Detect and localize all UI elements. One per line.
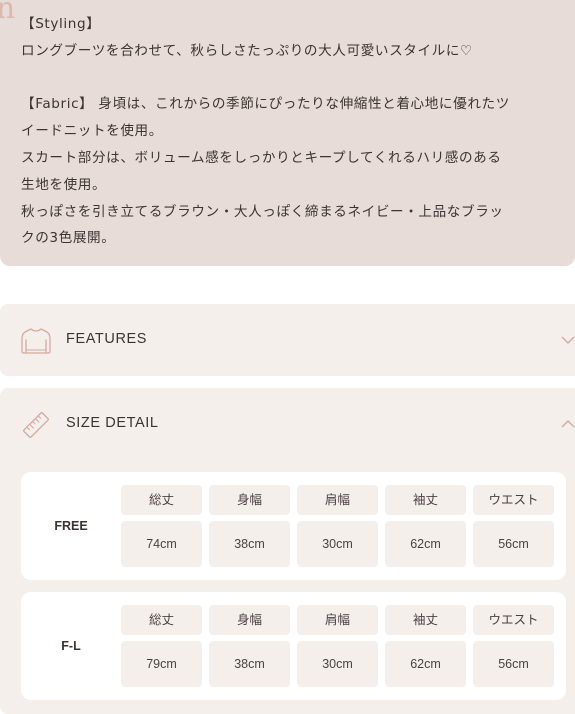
size-header-sleeve: 袖丈 [385, 485, 466, 515]
ruler-icon [23, 412, 49, 438]
size-value-shoulder: 30cm [297, 521, 378, 567]
chevron-down-icon[interactable] [560, 332, 575, 348]
size-value-waist: 56cm [473, 641, 554, 687]
size-value-sleeve: 62cm [385, 641, 466, 687]
size-header-shoulder: 肩幅 [297, 485, 378, 515]
size-value-shoulder: 30cm [297, 641, 378, 687]
size-value-width: 38cm [209, 521, 290, 567]
product-description-panel: n 【Styling】 ロングブーツを合わせて、秋らしさたっぷりの大人可愛いスタ… [0, 0, 575, 266]
description-line: 秋っぽさを引き立てるブラウン・大人っぽく締まるネイビー・上品なブラッ [21, 203, 504, 220]
size-detail-title: SIZE DETAIL [66, 415, 159, 431]
chevron-up-icon[interactable] [560, 416, 575, 432]
features-accordion-header[interactable]: FEATURES [0, 304, 575, 376]
size-value-length: 74cm [121, 521, 202, 567]
description-line: 【Styling】 [21, 16, 101, 32]
size-header-length: 総丈 [121, 605, 202, 635]
size-value-sleeve: 62cm [385, 521, 466, 567]
size-detail-accordion: SIZE DETAIL FREE 総丈 身幅 肩幅 袖丈 ウエスト 74cm 3… [0, 388, 575, 714]
features-title: FEATURES [66, 331, 148, 347]
description-blank-line [21, 65, 573, 92]
size-header-width: 身幅 [209, 485, 290, 515]
size-header-waist: ウエスト [473, 605, 554, 635]
size-card-free: FREE 総丈 身幅 肩幅 袖丈 ウエスト 74cm 38cm 30cm 62c… [21, 472, 566, 580]
size-header-sleeve: 袖丈 [385, 605, 466, 635]
size-value-width: 38cm [209, 641, 290, 687]
decorative-letter: n [0, 0, 16, 26]
size-header-width: 身幅 [209, 605, 290, 635]
description-line: 生地を使用。 [21, 176, 107, 193]
description-line: クの3色展開。 [21, 230, 116, 247]
description-line: 【Fabric】 身頃は、これからの季節にぴったりな伸縮性と着心地に優れたツ [21, 96, 510, 113]
size-header-shoulder: 肩幅 [297, 605, 378, 635]
size-value-length: 79cm [121, 641, 202, 687]
size-name: F-L [61, 639, 81, 653]
size-header-waist: ウエスト [473, 485, 554, 515]
description-line: ロングブーツを合わせて、秋らしさたっぷりの大人可愛いスタイルに♡ [21, 42, 473, 59]
description-text: 【Styling】 ロングブーツを合わせて、秋らしさたっぷりの大人可愛いスタイル… [21, 11, 573, 252]
description-line: スカート部分は、ボリューム感をしっかりとキープしてくれるハリ感のある [21, 149, 502, 166]
size-card-fl: F-L 総丈 身幅 肩幅 袖丈 ウエスト 79cm 38cm 30cm 62cm… [21, 592, 566, 700]
size-header-length: 総丈 [121, 485, 202, 515]
features-accordion: FEATURES [0, 304, 575, 376]
size-detail-accordion-header[interactable]: SIZE DETAIL [0, 388, 575, 460]
size-name: FREE [54, 519, 88, 533]
size-value-waist: 56cm [473, 521, 554, 567]
description-line: イードニットを使用。 [21, 123, 163, 140]
sweater-icon [21, 328, 51, 354]
